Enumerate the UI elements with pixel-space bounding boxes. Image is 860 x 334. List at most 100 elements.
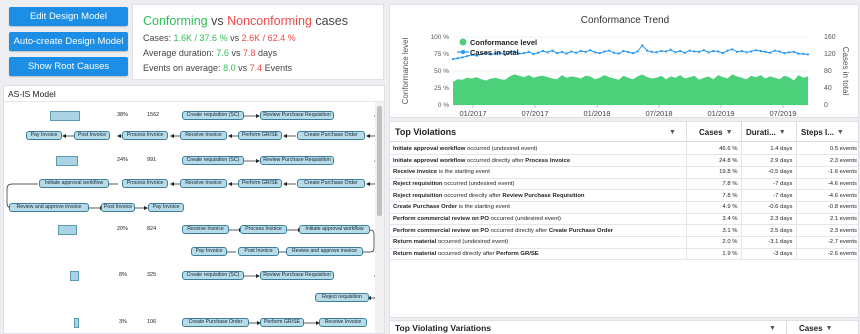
activity-node[interactable]: Perform GR/SE (238, 131, 282, 140)
cases-point (683, 51, 687, 54)
conformance-level-area (453, 74, 808, 105)
violation-row[interactable]: Return material occurred (undesired even… (390, 236, 858, 249)
cases-point (461, 56, 464, 59)
top-violations-panel: Top Violations ▼ Cases ▼ Durati... ▼ Steps… (389, 121, 859, 318)
violation-row[interactable]: Reject requisition occurred directly aft… (390, 189, 858, 202)
filter-icon[interactable]: ▼ (669, 129, 676, 136)
violation-description: Initiate approval workflow occurred dire… (390, 154, 686, 167)
y-right-tick-label: 160 (824, 34, 836, 41)
violation-row[interactable]: Perform commercial review on PO occurred… (390, 213, 858, 226)
y-left-axis-label: Conformance level (401, 37, 410, 104)
chart-title: Conformance Trend (581, 15, 669, 26)
x-tick-label: 01/2018 (583, 109, 610, 118)
cases-point (579, 49, 582, 53)
filter-icon[interactable]: ▼ (726, 129, 733, 136)
cases-point (797, 52, 800, 55)
activity-node[interactable]: Create requisition (SC) (182, 271, 244, 280)
violation-row[interactable]: Create Purchase Order is the starting ev… (390, 201, 858, 214)
show-root-causes-button[interactable]: Show Root Causes (9, 57, 128, 76)
filter-icon[interactable]: ▼ (779, 129, 786, 136)
activity-node[interactable]: Review Purchase Requisition (260, 156, 334, 165)
top-violations-title: Top Violations (395, 127, 457, 137)
violation-cases: 46.6 % (685, 143, 741, 156)
activity-node[interactable]: Post Invoice (238, 247, 279, 256)
cases-point (645, 49, 649, 52)
cases-point (650, 50, 653, 53)
y-right-axis-label: Cases in total (841, 47, 850, 96)
activity-node[interactable]: Receive Invoice (180, 179, 227, 188)
activity-node[interactable]: Perform GR/SE (238, 179, 282, 188)
activity-node[interactable]: Perform GR/SE (260, 318, 304, 327)
activity-node[interactable]: Pay Invoice (26, 131, 62, 140)
cases-point (664, 50, 668, 53)
activity-node[interactable]: Receive Invoice (182, 225, 229, 234)
column-header-steps[interactable]: Steps I... ▼ (796, 122, 858, 142)
activity-node[interactable]: Receive Invoice (319, 318, 367, 327)
activity-node[interactable]: Create Purchase Order (297, 131, 365, 140)
violation-duration: 2.9 days (740, 154, 796, 167)
violation-row[interactable]: Perform commercial review on PO occurred… (390, 224, 858, 237)
column-header-cases[interactable]: Cases ▼ (686, 122, 741, 142)
activity-node[interactable]: Receive Invoice (180, 131, 227, 140)
activity-node[interactable]: Initiate approval workflow (39, 179, 109, 188)
violation-steps: -2.7 events (795, 236, 858, 249)
row-percentage: 3% (119, 319, 127, 325)
activity-node[interactable]: Review Purchase Requisition (260, 111, 334, 120)
activity-node[interactable]: Create requisition (SC) (182, 111, 244, 120)
activity-node[interactable]: Process Invoice (240, 225, 287, 234)
violation-steps: -4.6 events (795, 189, 858, 202)
cases-point (527, 50, 530, 53)
as-is-scrollbar[interactable] (375, 102, 384, 333)
violation-row[interactable]: Initiate approval workflow occurred dire… (390, 154, 858, 167)
scrollbar-thumb[interactable] (377, 106, 382, 216)
activity-node[interactable]: Process Invoice (122, 131, 168, 140)
violation-row[interactable]: Return material occurred directly after … (390, 248, 858, 261)
conformance-trend-chart: Conformance Trend 100 % 75 % 50 % 25 % 0 % 160… (401, 15, 850, 118)
edit-design-model-button[interactable]: Edit Design Model (9, 7, 128, 26)
activity-node[interactable]: Post Invoice (101, 203, 135, 212)
activity-node[interactable]: Review and approve invoice (286, 247, 363, 256)
top-violating-variations-panel: Top Violating Variations ▼ Cases ▼ (389, 320, 859, 334)
activity-node[interactable]: Create Purchase Order (297, 179, 365, 188)
violation-cases: 3.1 % (685, 224, 741, 237)
cases-point (792, 50, 795, 53)
violation-row[interactable]: Reject requisition occurred (undesired e… (390, 178, 858, 191)
x-tick-label: 07/2018 (645, 109, 672, 118)
activity-node[interactable]: Pay Invoice (191, 247, 227, 256)
frequency-bar (70, 271, 79, 281)
cases-point (674, 51, 677, 54)
activity-node[interactable]: Reject requisition (315, 293, 369, 302)
auto-create-design-model-button[interactable]: Auto-create Design Model (9, 32, 128, 51)
activity-node[interactable]: Create requisition (SC) (182, 156, 244, 165)
column-header-variation-cases[interactable]: Cases ▼ (786, 321, 860, 334)
y-right-tick-label: 120 (824, 51, 836, 58)
violation-row[interactable]: Initiate approval workflow occurred (und… (390, 143, 858, 156)
activity-node[interactable]: Post Invoice (74, 131, 110, 140)
filter-icon[interactable]: ▼ (769, 325, 776, 332)
violation-cases: 1.9 % (685, 248, 741, 261)
row-percentage: 38% (117, 112, 129, 118)
filter-icon[interactable]: ▼ (826, 325, 833, 332)
cases-point (721, 52, 724, 55)
y-left-tick-label: 50 % (434, 68, 449, 75)
violation-steps: 2.1 events (795, 213, 858, 226)
violation-duration: 2.5 days (740, 224, 796, 237)
cases-point (574, 51, 578, 54)
activity-node[interactable]: Review and approve invoice (9, 203, 89, 212)
row-count: 991 (147, 157, 157, 163)
activity-node[interactable]: Initiate approval workflow (299, 225, 370, 234)
cases-point (693, 50, 696, 53)
filter-icon[interactable]: ▼ (837, 129, 844, 136)
duration-stat: Average duration: 7.6 vs 7.8 days (143, 48, 277, 58)
activity-node[interactable]: Review Purchase Requisition (260, 271, 334, 280)
activity-node[interactable]: Pay Invoice (148, 203, 184, 212)
cases-point (759, 49, 762, 53)
activity-node[interactable]: Process Invoice (122, 179, 168, 188)
column-header-duration[interactable]: Durati... ▼ (741, 122, 796, 142)
legend-marker-cases (461, 50, 465, 54)
x-tick-label: 07/2017 (521, 109, 548, 118)
activity-node[interactable]: Create Purchase Order (182, 318, 249, 327)
violation-row[interactable]: Receive invoice is the starting event 19.… (390, 166, 858, 179)
violation-description: Receive invoice is the starting event (390, 166, 686, 179)
cases-point (570, 50, 573, 53)
